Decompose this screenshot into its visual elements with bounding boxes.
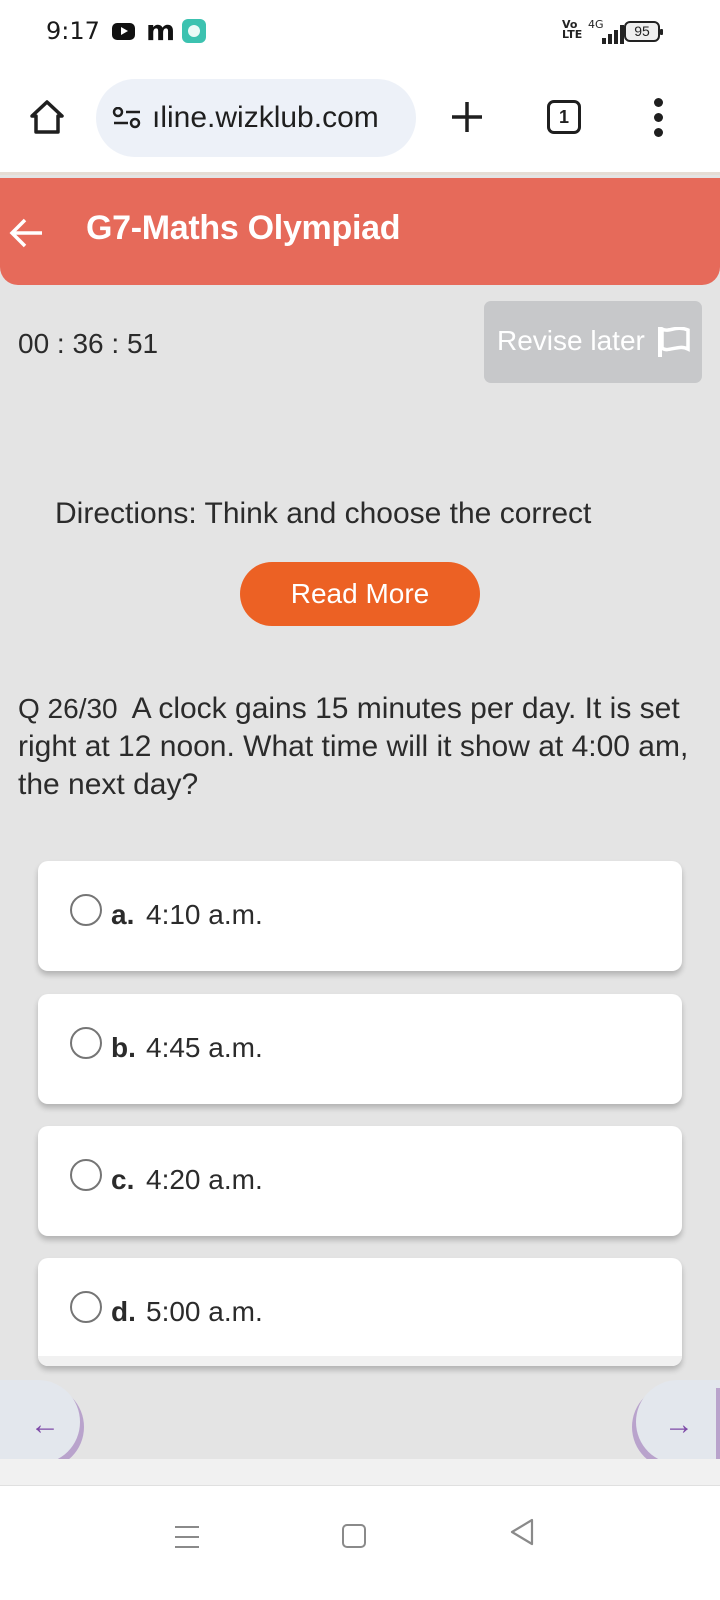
directions-text: Directions: Think and choose the correct… (55, 497, 592, 539)
option-text: 4:20 a.m. (146, 1164, 263, 1195)
question: Q 26/30 A clock gains 15 minutes per day.… (18, 690, 702, 804)
radio-button[interactable] (70, 1159, 102, 1191)
question-number: Q 26/30 (18, 693, 118, 724)
web-page: G7-Maths Olympiad 00 : 36 : 51 Revise la… (0, 172, 720, 1487)
new-tab-button[interactable] (450, 100, 484, 134)
next-question-button[interactable]: → (636, 1380, 720, 1464)
radio-button[interactable] (70, 1291, 102, 1323)
option-text: 5:00 a.m. (146, 1296, 263, 1327)
radio-button[interactable] (70, 1027, 102, 1059)
recents-button[interactable] (172, 1516, 212, 1556)
question-text: A clock gains 15 minutes per day. It is … (18, 692, 689, 801)
system-navigation-bar (0, 1486, 720, 1600)
status-bar: 9:17 m Vo LTE 4G 95 (0, 0, 720, 62)
home-button[interactable] (28, 98, 66, 136)
option-letter: c. (111, 1164, 135, 1195)
option-text: 4:45 a.m. (146, 1032, 263, 1063)
revise-later-button[interactable]: Revise later (484, 301, 702, 383)
home-icon (30, 100, 64, 134)
teal-app-icon (182, 19, 206, 43)
option-a[interactable]: a. 4:10 a.m. (38, 861, 682, 971)
youtube-icon (112, 23, 135, 40)
option-letter: a. (111, 899, 135, 930)
tab-switcher-button[interactable]: 1 (547, 100, 581, 134)
page-title: G7-Maths Olympiad (86, 209, 401, 247)
app-header: G7-Maths Olympiad (0, 178, 720, 285)
quiz-timer: 00 : 36 : 51 (18, 328, 159, 359)
more-vert-icon[interactable] (650, 98, 666, 138)
recents-icon-line (175, 1536, 199, 1538)
battery-icon: 95 (624, 21, 663, 42)
recents-icon-line (175, 1546, 199, 1548)
url-text[interactable]: ıline.wizklub.com (152, 101, 379, 135)
arrow-right-icon: → (664, 1408, 694, 1441)
flag-icon (658, 327, 690, 357)
option-b[interactable]: b. 4:45 a.m. (38, 994, 682, 1104)
home-icon (342, 1524, 366, 1548)
option-c[interactable]: c. 4:20 a.m. (38, 1126, 682, 1236)
volte-icon: Vo LTE (562, 18, 583, 41)
option-d[interactable]: d. 5:00 a.m. (38, 1258, 682, 1366)
arrow-left-icon: ← (30, 1408, 60, 1441)
option-letter: b. (111, 1032, 136, 1063)
browser-toolbar: ıline.wizklub.com 1 (0, 62, 720, 172)
page-footer (0, 1459, 720, 1487)
plus-icon (452, 102, 482, 132)
arrow-left-icon (9, 218, 42, 248)
tune-icon[interactable] (112, 107, 142, 129)
radio-button[interactable] (70, 894, 102, 926)
previous-question-button[interactable]: ← (0, 1380, 80, 1464)
back-icon (510, 1518, 534, 1546)
status-time: 9:17 (46, 17, 100, 45)
screen: 9:17 m Vo LTE 4G 95 ıline.wizklub.com 1 … (0, 0, 720, 1600)
read-more-button[interactable]: Read More (240, 562, 480, 626)
option-letter: d. (111, 1296, 136, 1327)
back-button[interactable] (8, 216, 44, 250)
option-text: 4:10 a.m. (146, 899, 263, 930)
recents-icon (175, 1526, 199, 1528)
url-bar[interactable]: ıline.wizklub.com (96, 79, 416, 157)
system-home-button[interactable] (340, 1516, 380, 1556)
m-app-icon: m (146, 14, 176, 47)
revise-later-label: Revise later (497, 325, 645, 356)
system-back-button[interactable] (508, 1516, 548, 1556)
